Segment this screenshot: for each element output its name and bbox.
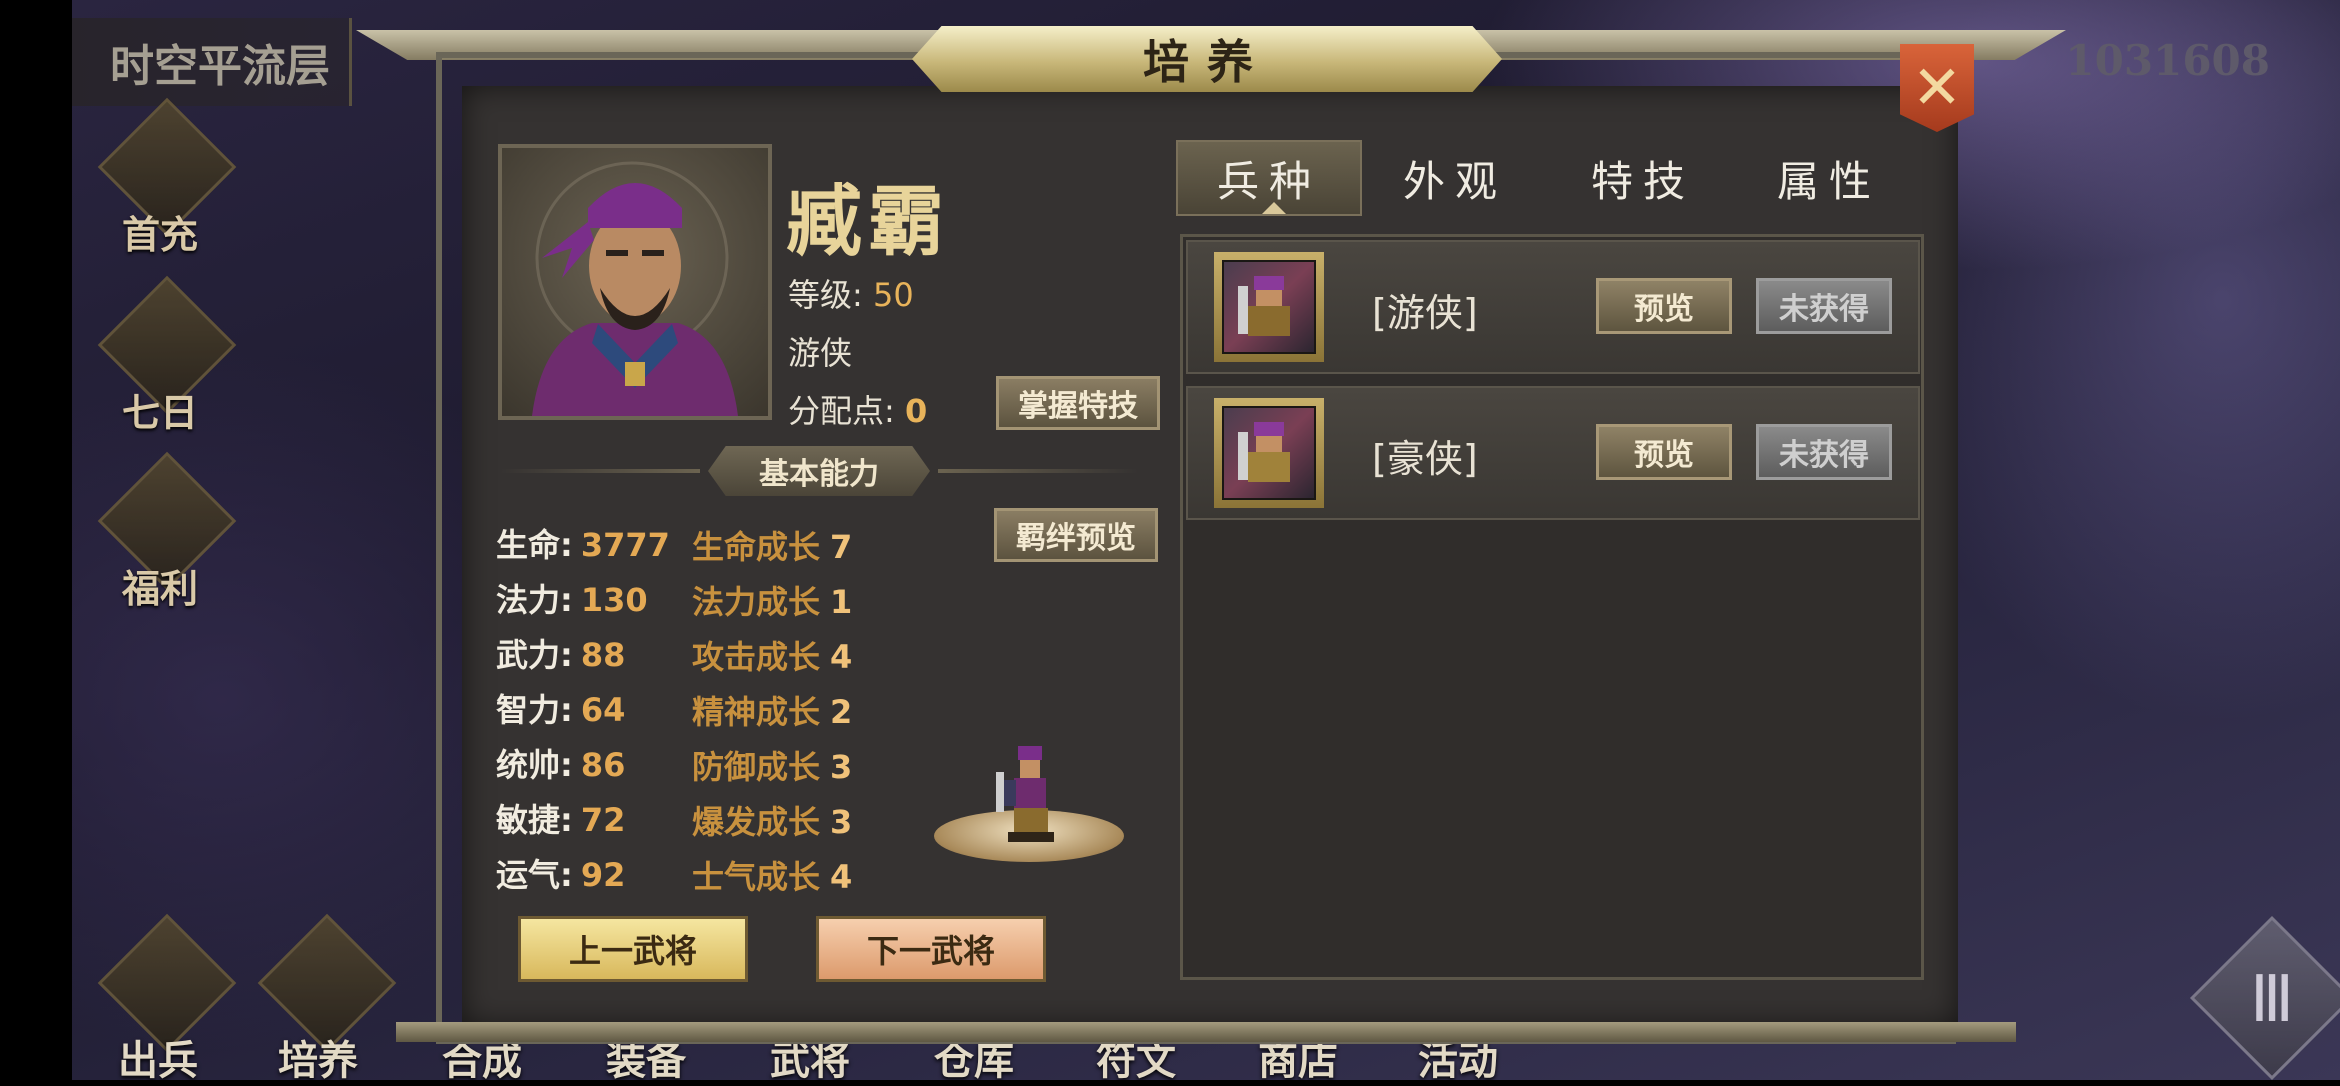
close-icon: ✕ [1911,53,1963,123]
growth-value: 7 [830,528,853,566]
stat-value: 64 [580,691,626,729]
unit-icon [1214,252,1324,362]
unit-name: [游侠] [1372,291,1478,335]
stat-row: 法力: 130 [496,575,648,621]
tab-special-skill[interactable]: 特技 [1550,140,1736,216]
side-menu-seven-days[interactable]: 七日 [90,275,237,435]
section-divider-left [500,469,700,473]
hero-points-value: 0 [904,392,928,430]
next-hero-button[interactable]: 下一武将 [816,916,1046,982]
side-menu-first-recharge[interactable]: 首充 [90,97,237,257]
tab-bar: 兵种 外观 特技 属性 [1176,140,1916,216]
growth-row: 士气成长 4 [692,852,852,898]
tab-attributes[interactable]: 属性 [1736,140,1922,216]
stat-label: 敏捷: [496,801,573,839]
close-button[interactable]: ✕ [1900,44,1974,132]
side-menu-welfare[interactable]: 福利 [90,451,237,611]
hero-portrait [498,144,772,420]
growth-label: 防御成长 [692,748,821,786]
stat-label: 武力: [496,636,573,674]
hero-portrait-art [532,161,738,416]
stat-label: 法力: [496,581,573,619]
not-obtained-button[interactable]: 未获得 [1756,278,1892,334]
growth-label: 生命成长 [692,528,821,566]
unit-avatar-icon [1238,276,1290,336]
section-title: 基本能力 [708,446,930,496]
unit-avatar-icon [1238,422,1290,482]
hero-level-label: 等级: [788,276,863,314]
hero-level: 等级: 50 [788,270,914,316]
growth-row: 爆发成长 3 [692,797,852,843]
growth-label: 攻击成长 [692,638,821,676]
stat-label: 统帅: [496,746,573,784]
prev-hero-button[interactable]: 上一武将 [518,916,748,982]
score-counter: 1031608 [2065,36,2270,85]
growth-label: 精神成长 [692,693,821,731]
unit-card: [豪侠] 预览 未获得 [1186,386,1920,520]
not-obtained-button[interactable]: 未获得 [1756,424,1892,480]
menu-icon: Ⅲ [2249,963,2295,1037]
nav-item[interactable]: 出兵 [118,1028,198,1086]
growth-label: 法力成长 [692,583,821,621]
growth-value: 2 [830,693,853,731]
dialog-bottom-bar [396,1022,2016,1042]
unit-name: [豪侠] [1372,437,1478,481]
hero-level-value: 50 [872,276,914,314]
dialog-title: 培养 [1143,35,1271,89]
hero-sprite [996,746,1054,842]
master-skill-button[interactable]: 掌握特技 [996,376,1160,430]
stat-label: 智力: [496,691,573,729]
growth-label: 爆发成长 [692,803,821,841]
bond-preview-button[interactable]: 羁绊预览 [994,508,1158,562]
preview-button[interactable]: 预览 [1596,424,1732,480]
active-tab-indicator [1262,202,1286,214]
unit-card: [游侠] 预览 未获得 [1186,240,1920,374]
nav-item[interactable]: 培养 [278,1028,358,1086]
growth-row: 精神成长 2 [692,687,852,733]
stat-value: 72 [580,801,626,839]
unit-icon [1214,398,1324,508]
hero-points: 分配点: 0 [788,386,927,432]
side-menu-label: 首充 [121,212,198,257]
stat-value: 86 [580,746,626,784]
stat-row: 敏捷: 72 [496,795,625,841]
stat-value: 88 [580,636,626,674]
stat-row: 统帅: 86 [496,740,625,786]
growth-row: 生命成长 7 [692,522,852,568]
preview-button[interactable]: 预览 [1596,278,1732,334]
side-menu-label: 七日 [121,390,198,435]
stat-row: 运气: 92 [496,850,625,896]
stat-row: 武力: 88 [496,630,625,676]
growth-label: 士气成长 [692,858,821,896]
hero-points-label: 分配点: [788,392,895,430]
hero-name: 臧霸 [786,177,950,266]
stat-label: 运气: [496,856,573,894]
stat-value: 130 [580,581,648,619]
growth-value: 4 [830,858,853,896]
location-label: 时空平流层 [72,18,352,106]
stat-label: 生命: [496,526,573,564]
tab-appearance[interactable]: 外观 [1362,140,1548,216]
section-divider-right [938,469,1138,473]
side-menu-label: 福利 [121,566,198,611]
growth-row: 攻击成长 4 [692,632,852,678]
dialog-title-plate: 培养 [912,26,1502,92]
stat-value: 3777 [580,526,670,564]
growth-row: 防御成长 3 [692,742,852,788]
growth-value: 3 [830,803,853,841]
stat-value: 92 [580,856,626,894]
growth-value: 4 [830,638,853,676]
hero-class: 游侠 [788,334,853,372]
growth-value: 1 [830,583,853,621]
stat-row: 生命: 3777 [496,520,670,566]
growth-row: 法力成长 1 [692,577,852,623]
stat-row: 智力: 64 [496,685,625,731]
growth-value: 3 [830,748,853,786]
